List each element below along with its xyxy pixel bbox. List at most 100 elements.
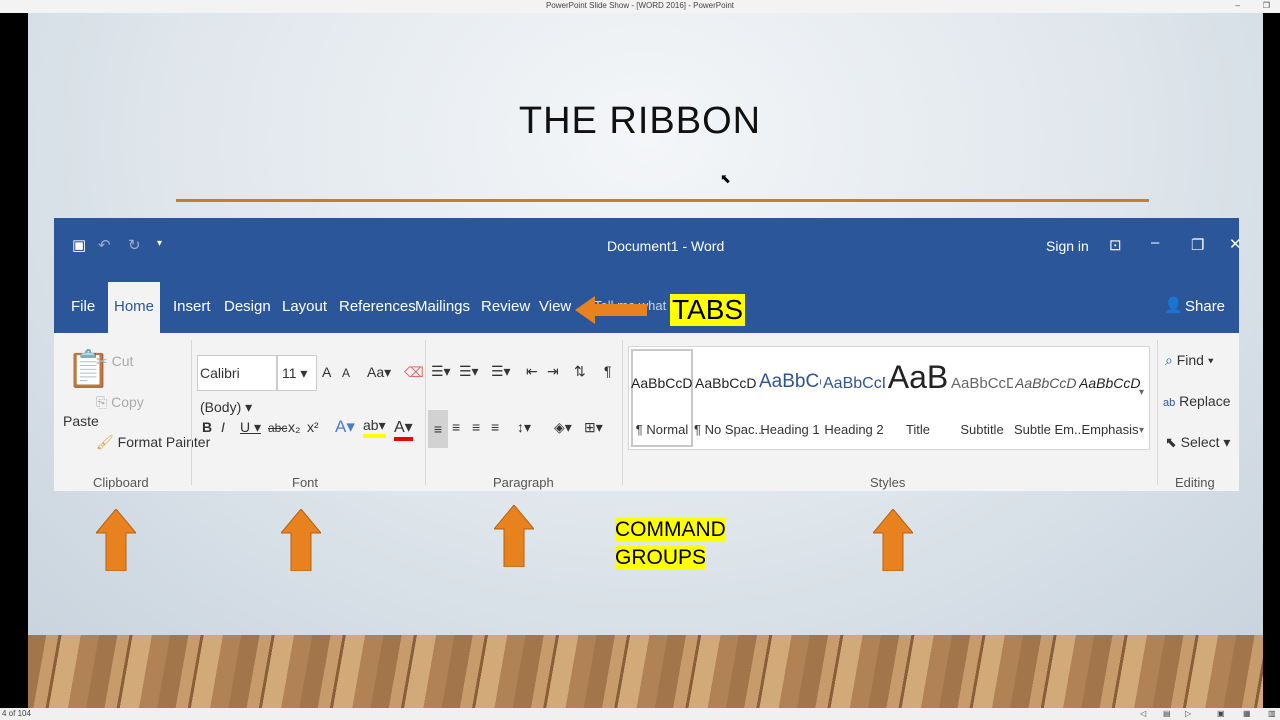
tab-file[interactable]: File [71,298,95,315]
show-formatting-button[interactable]: ¶ [604,363,612,379]
select-button[interactable]: ⬉ Select ▾ [1165,434,1230,451]
divider [425,340,426,485]
word-ribbon-screenshot: ▣ ↶ ↻ ▾ Document1 - Word Sign in ⊡ – ❐ ✕… [54,218,1242,491]
grow-font-button[interactable]: A [322,364,331,380]
share-button[interactable]: Share [1185,298,1225,315]
select-icon: ⬉ [1165,434,1177,450]
style-name: Emphasis [1081,422,1139,437]
styles-more-icon[interactable]: ▾ [1139,425,1144,436]
tab-references[interactable]: References [339,298,416,315]
italic-button[interactable]: I [221,419,225,435]
callout-line-2: GROUPS [615,546,707,569]
increase-indent-button[interactable]: ⇥ [547,363,559,380]
change-case-button[interactable]: Aa▾ [367,364,391,381]
command-groups-callout: COMMAND GROUPS [615,516,726,572]
underline-button[interactable]: U ▾ [240,419,261,436]
tab-view[interactable]: View [539,298,571,315]
ribbon-display-icon[interactable]: ⊡ [1109,236,1122,254]
style-name: Heading 1 [760,422,820,437]
sign-in-link[interactable]: Sign in [1046,238,1089,254]
tab-mailings[interactable]: Mailings [415,298,470,315]
style-preview: AaBbCcDc [1079,375,1141,391]
highlight-color-button[interactable]: ab▾ [363,417,386,438]
tab-layout[interactable]: Layout [282,298,327,315]
slide-title: THE RIBBON [518,100,762,142]
styles-scroll-down-icon[interactable]: ▾ [1139,387,1144,398]
justify-button[interactable]: ≡ [491,419,499,435]
shrink-font-button[interactable]: A [342,366,350,380]
line-spacing-button[interactable]: ↕▾ [517,419,531,436]
style-preview: AaBbCcD [823,375,885,392]
normal-view-button[interactable]: ▣ [1217,708,1225,720]
style-preview: AaBbCcDc [695,375,757,391]
shading-button[interactable]: ◈▾ [554,419,572,436]
bold-button[interactable]: B [202,419,212,435]
replace-button[interactable]: ab Replace [1163,393,1231,409]
tab-design[interactable]: Design [224,298,271,315]
style-preview: AaBbCcDc [631,375,693,391]
style-preview: AaBbCcDc [1015,375,1077,391]
find-button[interactable]: ⌕ Find ▾ [1165,352,1214,369]
previous-slide-button[interactable]: ◁ [1140,708,1146,720]
tabs-arrow-icon [575,296,647,324]
editing-group-label: Editing [1175,475,1215,490]
clipboard-group-label: Clipboard [93,475,149,490]
paste-button[interactable]: Paste [63,413,99,429]
text-effects-button[interactable]: A▾ [335,417,355,437]
subscript-button[interactable]: x₂ [288,419,300,435]
save-icon[interactable]: ▣ [72,236,86,254]
slide-menu-button[interactable]: ▤ [1163,708,1171,720]
cut-label: Cut [111,353,134,369]
bullets-button[interactable]: ☰▾ [431,363,451,380]
style-name: Subtitle [960,422,1004,437]
strikethrough-button[interactable]: abc [268,421,287,435]
copy-button[interactable]: ⎘ Copy [96,394,144,411]
style-name: ¶ No Spac... [694,422,766,437]
next-slide-button[interactable]: ▷ [1185,708,1191,720]
share-icon[interactable]: 👤 [1164,296,1183,314]
arrow-up-icon [96,509,136,571]
tab-review[interactable]: Review [481,298,530,315]
font-color-button[interactable]: A▾ [394,417,413,441]
window-titlebar: PowerPoint Slide Show - [WORD 2016] - Po… [0,0,1280,13]
font-name-dropdown[interactable]: Calibri (Body) ▾ [197,355,277,415]
format-painter-label: Format Painter [117,434,211,450]
cut-button[interactable]: ✂ Cut [96,353,133,370]
numbering-button[interactable]: ☰▾ [459,363,479,380]
title-divider [176,199,1149,202]
sort-button[interactable]: ⇅ [574,363,586,380]
find-label: Find [1176,352,1204,368]
find-icon: ⌕ [1165,352,1173,368]
borders-button[interactable]: ⊞▾ [584,419,603,436]
align-left-button[interactable]: ≡ [428,410,448,448]
wood-floor-image [28,635,1263,708]
select-label: Select [1180,434,1220,450]
align-center-button[interactable]: ≡ [452,419,460,435]
redo-icon[interactable]: ↻ [128,236,141,254]
brush-icon: 🖌 [96,434,114,450]
clear-formatting-icon[interactable]: ⌫ [404,364,424,381]
reading-view-button[interactable]: ▥ [1268,708,1276,720]
mouse-cursor-icon: ⬉ [720,171,731,186]
slide-sorter-button[interactable]: ▦ [1243,708,1251,720]
restore-icon[interactable]: ❐ [1191,236,1204,254]
divider [191,340,192,485]
customize-qat-icon[interactable]: ▾ [157,238,162,249]
format-painter-button[interactable]: 🖌 Format Painter [96,434,210,451]
tab-insert[interactable]: Insert [173,298,211,315]
font-size-dropdown[interactable]: 11 ▾ [277,355,317,391]
multilevel-list-button[interactable]: ☰▾ [491,363,511,380]
undo-icon[interactable]: ↶ [98,236,111,254]
restore-button[interactable]: ❐ [1263,0,1270,11]
decrease-indent-button[interactable]: ⇤ [526,363,538,380]
copy-label: Copy [111,394,144,410]
close-icon[interactable]: ✕ [1229,235,1242,253]
minimize-icon[interactable]: – [1151,234,1159,251]
superscript-button[interactable]: x² [307,419,319,435]
styles-group-label: Styles [870,475,906,490]
tab-home[interactable]: Home [108,282,160,333]
divider [622,340,623,485]
style-name: Subtle Em... [1014,422,1085,437]
align-right-button[interactable]: ≡ [472,419,480,435]
minimize-button[interactable]: – [1236,0,1240,11]
